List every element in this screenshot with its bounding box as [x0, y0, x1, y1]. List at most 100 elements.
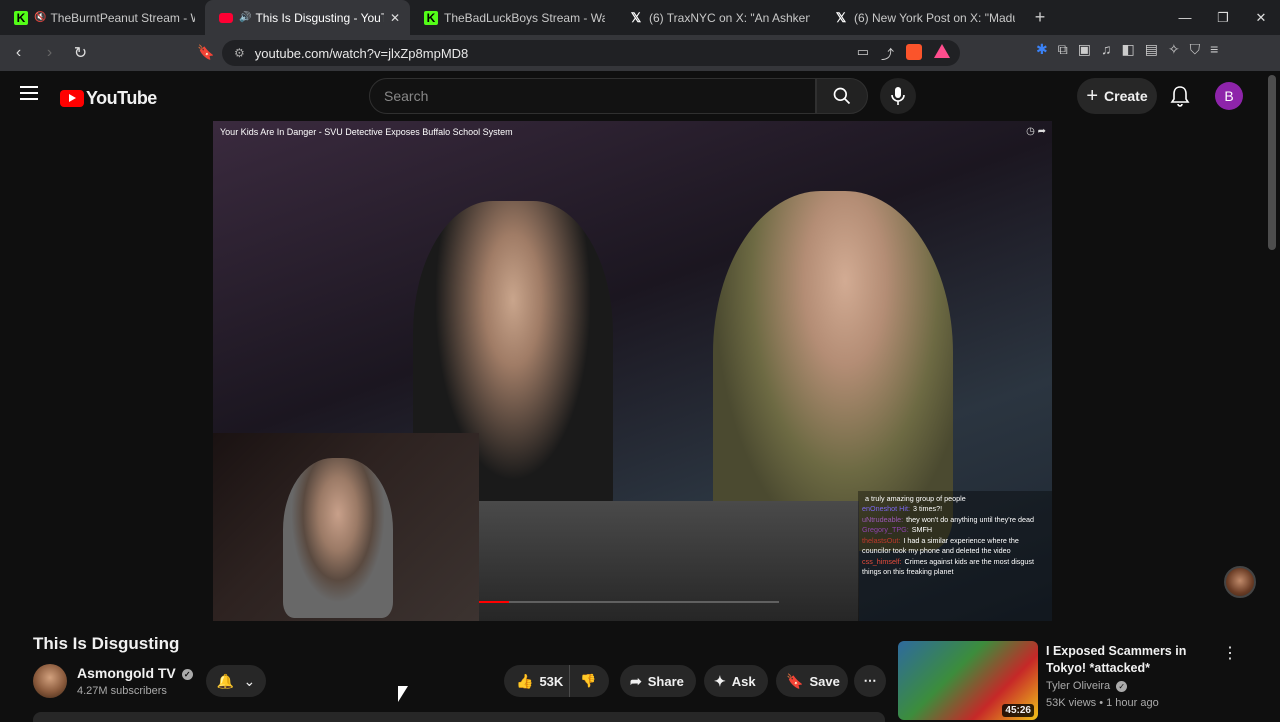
youtube-header: YouTube Search + Create B	[0, 71, 1280, 121]
youtube-icon	[219, 12, 233, 23]
plus-icon: +	[1086, 84, 1099, 107]
youtube-logo[interactable]: YouTube	[60, 88, 157, 109]
restore-icon[interactable]: ❐	[1204, 0, 1242, 35]
recommended-channel[interactable]: Tyler Oliveira ✓	[1046, 680, 1128, 692]
floating-channel-avatar[interactable]	[1224, 566, 1256, 598]
forward-icon[interactable]: ›	[37, 44, 62, 62]
browser-tab[interactable]: K 🔇 TheBurntPeanut Stream - Watch L	[0, 0, 205, 35]
browser-tab[interactable]: 𝕏 (6) New York Post on X: "Maduro Ope	[820, 0, 1025, 35]
like-button[interactable]: 👍 53K	[504, 665, 570, 697]
bookmark-icon[interactable]: 🔖	[197, 44, 214, 61]
kick-icon: K	[424, 10, 438, 25]
stream-chat-overlay: a truly amazing group of people enOnesho…	[858, 491, 1052, 621]
video-overlay-icons: ◷ ➦	[1026, 126, 1046, 137]
page-scrollbar[interactable]	[1268, 75, 1276, 250]
verified-check-icon: ✓	[1116, 680, 1128, 692]
share-label: Share	[647, 673, 684, 689]
progress-fill	[479, 601, 509, 603]
browser-tab[interactable]: K TheBadLuckBoys Stream - Watch Live	[410, 0, 615, 35]
tab-title: This Is Disgusting - YouTube	[255, 10, 383, 25]
video-player[interactable]: Your Kids Are In Danger - SVU Detective …	[213, 121, 1052, 621]
chat-message: a truly amazing group of people	[865, 494, 966, 503]
voice-search-button[interactable]	[880, 78, 916, 114]
new-tab-button[interactable]: +	[1025, 7, 1055, 28]
video-title: This Is Disgusting	[33, 634, 180, 653]
reload-icon[interactable]: ↻	[68, 43, 93, 63]
sidebar-icon[interactable]: ◧	[1121, 41, 1134, 58]
ask-label: Ask	[731, 673, 756, 689]
recommended-meta: 53K views • 1 hour ago	[1046, 697, 1159, 709]
account-avatar[interactable]: B	[1215, 82, 1243, 110]
search-icon	[833, 87, 851, 105]
more-horizontal-icon: ⋯	[863, 673, 877, 688]
cast-icon[interactable]: ▭	[857, 44, 869, 63]
youtube-wordmark: YouTube	[86, 88, 157, 108]
video-overlay-title: Your Kids Are In Danger - SVU Detective …	[220, 127, 513, 137]
video-progress-bar[interactable]	[479, 601, 779, 603]
x-icon: 𝕏	[835, 9, 847, 25]
more-vertical-icon[interactable]: ⋮	[1222, 643, 1238, 663]
browser-tab-active[interactable]: 🔊 This Is Disgusting - YouTube ✕	[205, 0, 410, 35]
close-tab-icon[interactable]: ✕	[390, 11, 400, 25]
speaker-icon[interactable]: 🔊	[239, 12, 251, 23]
search-placeholder: Search	[384, 88, 429, 104]
url-text[interactable]: youtube.com/watch?v=jlxZp8mpMD8	[255, 46, 469, 61]
hamburger-menu-icon[interactable]	[20, 86, 38, 100]
recommended-title[interactable]: I Exposed Scammers in Tokyo! *attacked*	[1046, 643, 1216, 677]
watch-later-icon[interactable]: ◷	[1026, 126, 1035, 137]
chat-message: css_himself: Crimes against kids are the …	[862, 556, 1034, 577]
streamer-webcam	[213, 433, 479, 621]
save-button[interactable]: 🔖 Save	[776, 665, 848, 697]
description-box[interactable]	[33, 712, 885, 722]
puzzle-icon[interactable]: ⧉	[1058, 41, 1068, 58]
bell-icon: 🔔	[216, 672, 235, 689]
channel-avatar[interactable]	[33, 664, 67, 698]
share-icon: ➦	[630, 672, 642, 689]
recommended-thumbnail[interactable]: 45:26	[898, 641, 1038, 720]
chat-message: Gregory_TPG: SMFH	[862, 525, 933, 535]
x-icon: 𝕏	[630, 9, 642, 25]
close-window-icon[interactable]: ✕	[1242, 0, 1280, 35]
notifications-bell-icon[interactable]	[1170, 85, 1190, 112]
muted-speaker-icon[interactable]: 🔇	[34, 12, 46, 23]
share-arrow-icon[interactable]: ➦	[1038, 126, 1046, 137]
tab-title: TheBurntPeanut Stream - Watch L	[50, 10, 195, 25]
tab-title: (6) TraxNYC on X: "An Ashkenazi less	[649, 10, 810, 25]
search-button[interactable]	[816, 78, 868, 114]
dislike-button[interactable]: 👎	[570, 673, 596, 689]
video-duration: 45:26	[1002, 704, 1034, 717]
video-table	[479, 501, 859, 621]
kick-icon: K	[14, 10, 28, 25]
music-icon[interactable]: ♫	[1101, 41, 1112, 58]
bookmark-save-icon: 🔖	[786, 672, 804, 689]
search-input[interactable]: Search	[369, 78, 816, 114]
menu-icon[interactable]: ≡	[1210, 41, 1218, 58]
back-icon[interactable]: ‹	[6, 44, 31, 62]
thumbs-up-icon: 👍	[516, 672, 534, 689]
subscriber-count: 4.27M subscribers	[77, 685, 167, 697]
extension-icon[interactable]: ✱	[1036, 41, 1048, 58]
channel-name[interactable]: Asmongold TV ✓	[77, 665, 193, 681]
share-button[interactable]: ➦ Share	[620, 665, 696, 697]
more-actions-button[interactable]: ⋯	[854, 665, 886, 697]
address-bar[interactable]: ⚙ youtube.com/watch?v=jlxZp8mpMD8 ▭ ⤴	[222, 40, 960, 66]
site-info-icon[interactable]: ⚙	[234, 46, 245, 60]
brave-shields-icon[interactable]	[906, 44, 922, 60]
leo-icon[interactable]: ✧	[1168, 41, 1180, 58]
verified-check-icon: ✓	[181, 668, 193, 680]
screenshot-icon[interactable]: ▣	[1078, 41, 1091, 58]
microphone-icon	[891, 87, 905, 105]
minimize-icon[interactable]: —	[1166, 0, 1204, 35]
chevron-down-icon: ⌄	[243, 672, 256, 689]
thumbs-down-icon: 👎	[580, 673, 597, 688]
tab-title: (6) New York Post on X: "Maduro Ope	[854, 10, 1015, 25]
share-page-icon[interactable]: ⤴	[881, 44, 894, 63]
ask-button[interactable]: ✦ Ask	[704, 665, 768, 697]
brave-rewards-icon[interactable]	[934, 44, 950, 58]
browser-tab[interactable]: 𝕏 (6) TraxNYC on X: "An Ashkenazi less	[615, 0, 820, 35]
create-button[interactable]: + Create	[1077, 78, 1157, 114]
sparkle-icon: ✦	[714, 672, 726, 689]
subscription-bell-button[interactable]: 🔔 ⌄	[206, 665, 266, 697]
wallet-icon[interactable]: ▤	[1145, 41, 1158, 58]
vpn-icon[interactable]: ⛉	[1190, 41, 1201, 58]
